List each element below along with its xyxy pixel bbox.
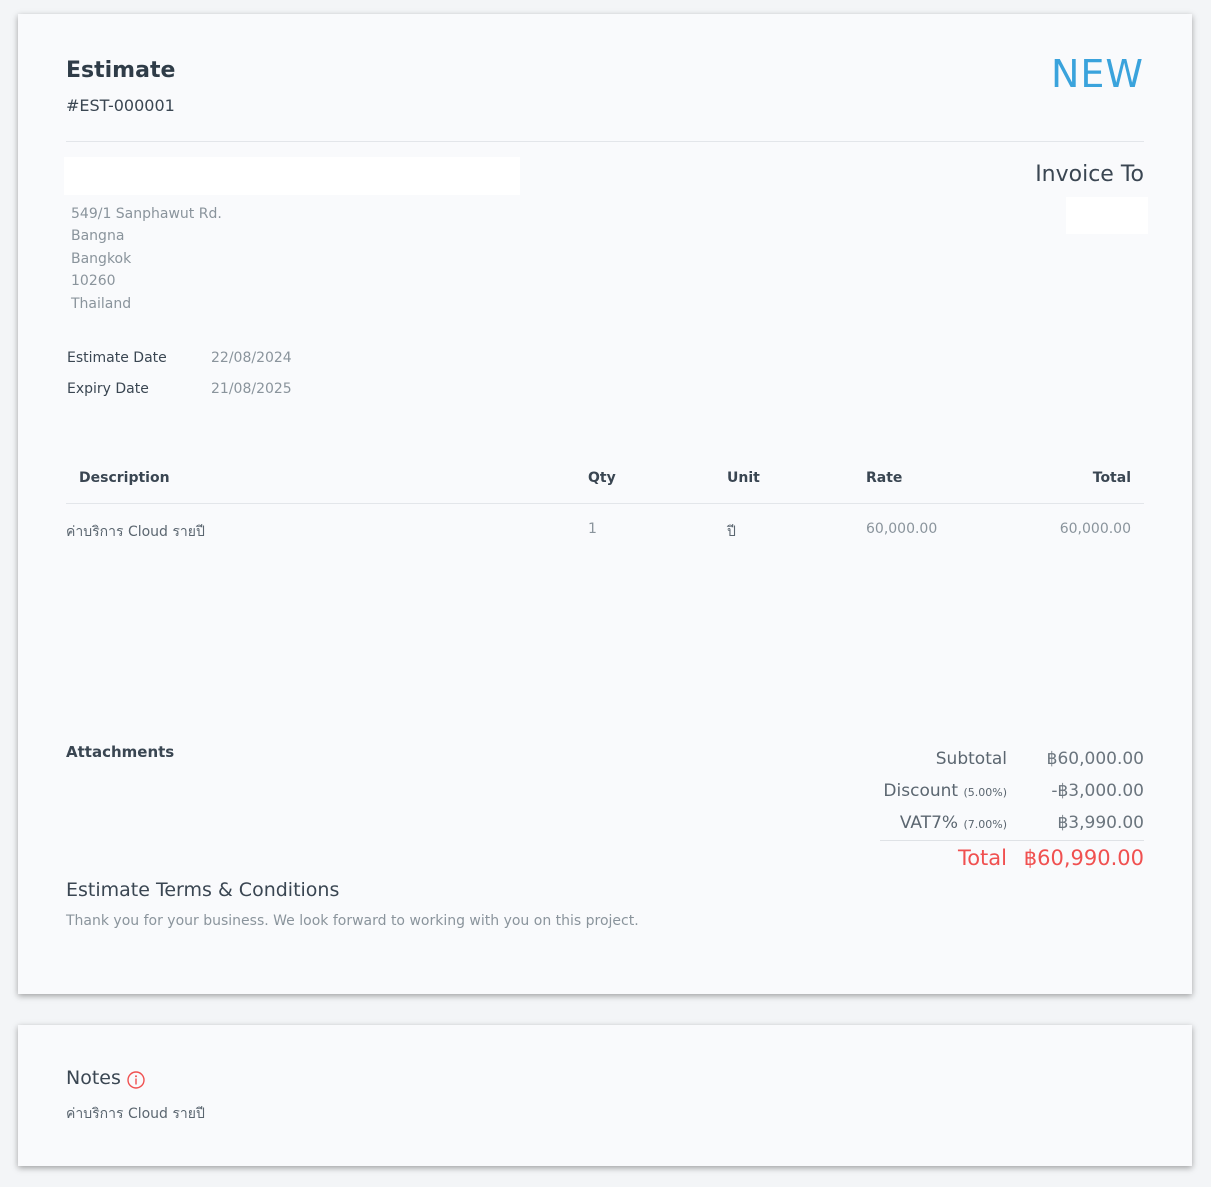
notes-text: ค่าบริการ Cloud รายปี [66, 1106, 205, 1122]
attachments-label: Attachments [66, 743, 175, 761]
discount-percent: (5.00%) [963, 786, 1007, 799]
table-header-divider [66, 503, 1144, 504]
notes-card: Notes ค่าบริการ Cloud รายปี [18, 1025, 1192, 1166]
estimate-card: Estimate #EST-000001 NEW 549/1 Sanphawut… [18, 14, 1192, 994]
discount-label: Discount [883, 781, 959, 801]
terms-title: Estimate Terms & Conditions [66, 879, 340, 901]
address-line: Thailand [71, 295, 132, 312]
column-header-total: Total [1092, 470, 1131, 486]
column-header-description: Description [79, 470, 170, 486]
discount-value: -฿3,000.00 [1051, 781, 1144, 801]
subtotal-label: Subtotal [935, 749, 1007, 769]
summary-divider [880, 840, 1144, 841]
estimate-date-label: Estimate Date [67, 350, 167, 366]
discount-label-group: Discount (5.00%) [883, 781, 1007, 801]
address-line: Bangna [71, 228, 125, 245]
invoice-to-label: Invoice To [1035, 162, 1144, 187]
column-header-rate: Rate [866, 470, 903, 486]
item-total: 60,000.00 [1059, 521, 1131, 537]
total-value: ฿60,990.00 [1023, 846, 1144, 870]
terms-text: Thank you for your business. We look for… [66, 913, 639, 929]
expiry-date-value: 21/08/2025 [211, 381, 292, 397]
address-line: 549/1 Sanphawut Rd. [71, 206, 222, 222]
address-line: 10260 [71, 273, 116, 290]
info-icon[interactable] [127, 1071, 145, 1089]
company-address: 549/1 Sanphawut Rd. Bangna Bangkok 10260… [71, 203, 222, 315]
item-description: ค่าบริการ Cloud รายปี [66, 524, 205, 540]
header-divider [66, 141, 1144, 142]
vat-label-group: VAT7% (7.00%) [900, 813, 1007, 833]
notes-title: Notes [66, 1067, 121, 1089]
item-unit: ปี [727, 524, 736, 540]
estimate-number: #EST-000001 [66, 96, 175, 115]
total-label: Total [957, 846, 1007, 870]
estimate-date-value: 22/08/2024 [211, 350, 292, 366]
redacted-client-name [1066, 197, 1148, 234]
redacted-company-name [64, 157, 520, 195]
status-badge: NEW [1050, 52, 1144, 96]
estimate-title: Estimate [66, 58, 176, 83]
address-line: Bangkok [71, 250, 132, 267]
column-header-unit: Unit [727, 470, 760, 486]
expiry-date-label: Expiry Date [67, 381, 149, 397]
item-rate: 60,000.00 [866, 521, 938, 537]
vat-label: VAT7% [899, 813, 959, 833]
subtotal-value: ฿60,000.00 [1046, 749, 1144, 769]
item-qty: 1 [588, 521, 597, 537]
vat-value: ฿3,990.00 [1057, 813, 1144, 833]
vat-percent: (7.00%) [963, 818, 1007, 831]
column-header-qty: Qty [588, 470, 616, 486]
